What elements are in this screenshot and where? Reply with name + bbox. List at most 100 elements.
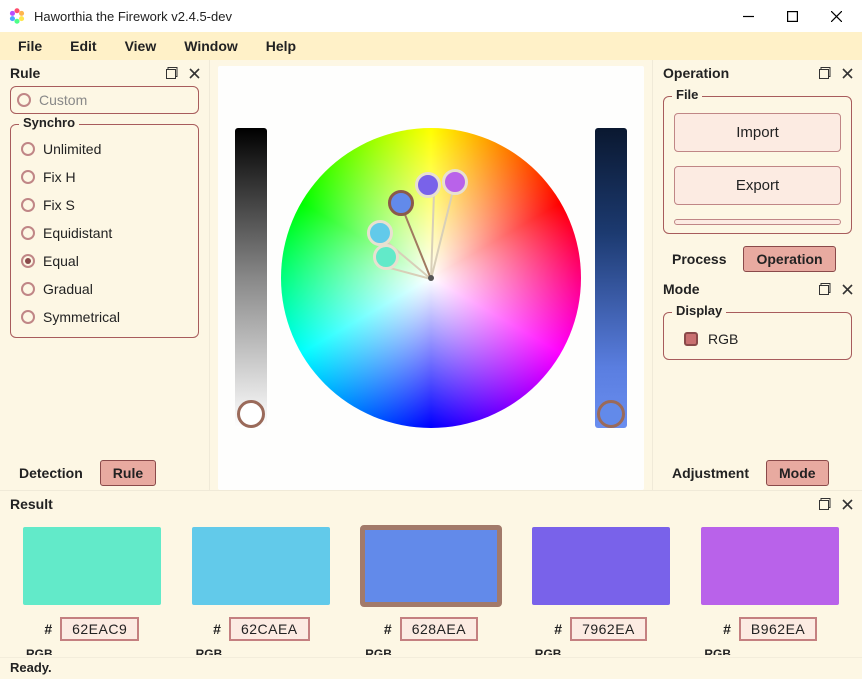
mode-panel-float-icon[interactable] [816,280,834,298]
swatch-color[interactable] [192,527,330,605]
swatch-color[interactable] [362,527,500,605]
hue-slider-handle[interactable] [597,400,625,428]
rgb-row-label: RGB [22,647,53,655]
wheel-node[interactable] [415,172,441,198]
radio-label: Fix S [43,197,75,213]
result-swatch-1: #62CAEARGB [192,527,332,655]
operation-panel-close-icon[interactable] [838,64,856,82]
wheel-center [428,275,434,281]
swatch-color[interactable] [532,527,670,605]
value-slider-handle[interactable] [237,400,265,428]
titlebar: Haworthia the Firework v2.4.5-dev [0,0,862,32]
radio-icon [21,310,35,324]
wheel-node[interactable] [373,244,399,270]
tab-process[interactable]: Process [659,246,739,272]
radio-custom[interactable] [17,93,31,107]
import-button[interactable]: Import [674,113,841,152]
result-swatch-4: # B962EA RGB [700,527,840,655]
mode-panel-header: Mode [653,276,862,302]
tab-mode[interactable]: Mode [766,460,829,486]
tab-operation[interactable]: Operation [743,246,835,272]
radio-icon [21,142,35,156]
file-groupbox: File Import Export [663,96,852,234]
display-groupbox: Display RGB [663,312,852,360]
result-swatch-3: #7962EA RGB [531,527,671,655]
swatch-color[interactable] [701,527,839,605]
synchro-groupbox: Synchro UnlimitedFix HFix SEquidistantEq… [10,124,199,338]
radio-icon [21,170,35,184]
operation-panel-title: Operation [663,65,812,81]
radio-icon [21,254,35,268]
rgb-label: RGB [708,331,738,347]
synchro-option-symmetrical[interactable]: Symmetrical [17,303,192,331]
rgb-row-label: RGB [531,647,562,655]
statusbar: Ready. [0,657,862,679]
minimize-button[interactable] [726,1,770,31]
synchro-option-fix-s[interactable]: Fix S [17,191,192,219]
status-text: Ready. [10,660,52,675]
swatch-color[interactable] [23,527,161,605]
synchro-option-gradual[interactable]: Gradual [17,275,192,303]
wheel-node[interactable] [388,190,414,216]
synchro-option-equal[interactable]: Equal [17,247,192,275]
radio-label: Equal [43,253,79,269]
radio-icon [21,226,35,240]
operation-tabs: Process Operation [653,244,862,276]
rgb-checkbox[interactable] [684,332,698,346]
hex-input[interactable]: 7962EA [570,617,647,641]
operation-panel-float-icon[interactable] [816,64,834,82]
wheel-node[interactable] [442,169,468,195]
rule-panel-header: Rule [0,60,209,86]
synchro-option-fix-h[interactable]: Fix H [17,163,192,191]
rule-prior-groupbox: Custom [10,86,199,114]
tab-adjustment[interactable]: Adjustment [659,460,762,486]
menubar: File Edit View Window Help [0,32,862,60]
hex-input[interactable]: B962EA [739,617,817,641]
value-slider[interactable] [235,128,267,428]
app-icon [8,7,26,25]
result-panel-title: Result [10,496,812,512]
window-title: Haworthia the Firework v2.4.5-dev [34,9,726,24]
synchro-option-equidistant[interactable]: Equidistant [17,219,192,247]
display-legend: Display [672,303,726,318]
hash-label: # [723,621,731,637]
hex-input[interactable]: 62EAC9 [60,617,139,641]
extra-button[interactable] [674,219,841,225]
color-stage [218,66,644,490]
hex-input[interactable]: 62CAEA [229,617,310,641]
hue-slider[interactable] [595,128,627,428]
operation-panel-header: Operation [653,60,862,86]
radio-icon [21,282,35,296]
color-wheel[interactable] [281,128,581,428]
menu-view[interactable]: View [111,34,171,58]
menu-file[interactable]: File [4,34,56,58]
result-panel: Result #62EAC9RGB#62CAEARGB#628AEARGB#79… [0,490,862,657]
middle-column [210,60,652,490]
close-button[interactable] [814,1,858,31]
synchro-option-unlimited[interactable]: Unlimited [17,135,192,163]
wheel-node[interactable] [367,220,393,246]
radio-label: Equidistant [43,225,112,241]
rule-panel-close-icon[interactable] [185,64,203,82]
radio-label: Gradual [43,281,93,297]
hex-input[interactable]: 628AEA [400,617,478,641]
rule-panel-float-icon[interactable] [163,64,181,82]
hash-label: # [213,621,221,637]
menu-window[interactable]: Window [170,34,252,58]
maximize-button[interactable] [770,1,814,31]
result-panel-float-icon[interactable] [816,495,834,513]
export-button[interactable]: Export [674,166,841,205]
file-legend: File [672,87,702,102]
menu-help[interactable]: Help [252,34,310,58]
mode-panel-close-icon[interactable] [838,280,856,298]
hash-label: # [554,621,562,637]
rgb-row-label: RGB [700,647,731,655]
tab-detection[interactable]: Detection [6,460,96,486]
right-column: Operation File Import Export Process Ope… [652,60,862,490]
synchro-legend: Synchro [19,115,79,130]
radio-icon [21,198,35,212]
result-panel-close-icon[interactable] [838,495,856,513]
tab-rule[interactable]: Rule [100,460,156,486]
radio-label: Fix H [43,169,76,185]
menu-edit[interactable]: Edit [56,34,110,58]
